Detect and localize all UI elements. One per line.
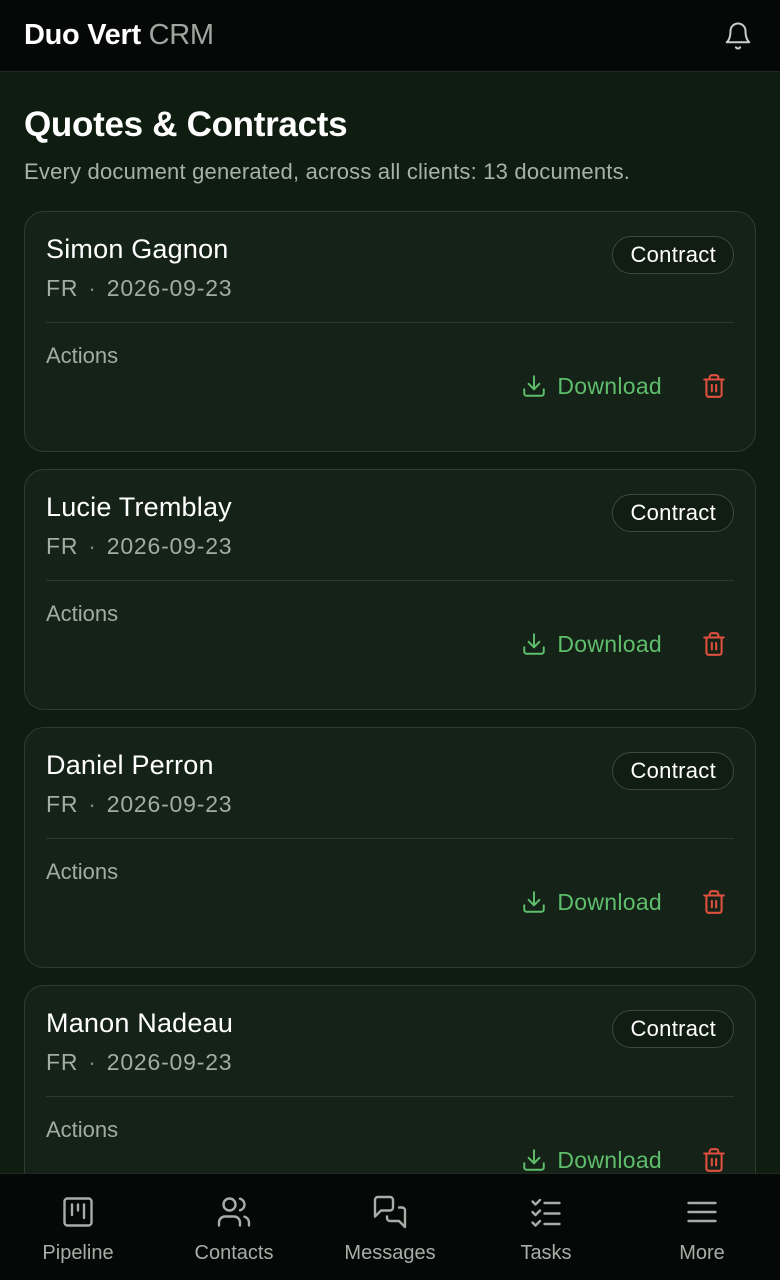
client-name: Simon Gagnon bbox=[46, 234, 229, 264]
document-language: FR bbox=[46, 791, 79, 817]
document-language: FR bbox=[46, 1049, 79, 1075]
card-actions: Download bbox=[521, 630, 734, 658]
download-label: Download bbox=[557, 1146, 662, 1173]
brand-name: Duo Vert bbox=[24, 19, 141, 51]
delete-button[interactable] bbox=[700, 372, 728, 400]
trash-icon bbox=[703, 890, 725, 914]
brand-suffix: CRM bbox=[148, 19, 214, 51]
nav-label: Contacts bbox=[194, 1242, 274, 1264]
document-meta: FR · 2026-09-23 bbox=[46, 1049, 233, 1076]
meta-separator: · bbox=[88, 275, 97, 301]
download-button[interactable]: Download bbox=[521, 373, 662, 400]
actions-label: Actions bbox=[46, 859, 119, 884]
app-root: Duo Vert CRM Quotes & Contracts Every do… bbox=[0, 0, 780, 1280]
card-divider bbox=[46, 580, 734, 581]
download-icon bbox=[523, 633, 546, 655]
download-label: Download bbox=[557, 888, 662, 915]
download-button[interactable]: Download bbox=[521, 631, 662, 658]
card-divider bbox=[46, 322, 734, 323]
trash-icon bbox=[703, 374, 725, 398]
document-language: FR bbox=[46, 275, 79, 301]
download-button[interactable]: Download bbox=[521, 889, 662, 916]
document-meta: FR · 2026-09-23 bbox=[46, 533, 232, 560]
document-type-badge: Contract bbox=[612, 1010, 734, 1048]
nav-item-more[interactable]: More bbox=[624, 1174, 780, 1265]
nav-item-contacts[interactable]: Contacts bbox=[156, 1174, 312, 1265]
brand-logo[interactable]: Duo Vert CRM bbox=[24, 19, 214, 52]
download-label: Download bbox=[557, 630, 662, 657]
pipeline-icon bbox=[58, 1192, 98, 1232]
meta-separator: · bbox=[88, 1049, 97, 1075]
nav-label: Tasks bbox=[520, 1242, 572, 1264]
nav-label: Messages bbox=[344, 1242, 436, 1264]
nav-item-tasks[interactable]: Tasks bbox=[468, 1174, 624, 1265]
delete-button[interactable] bbox=[700, 1146, 728, 1173]
bottom-nav: Pipeline Contacts Messages Tasks More bbox=[0, 1173, 780, 1280]
document-type-badge: Contract bbox=[612, 494, 734, 532]
document-type-badge: Contract bbox=[612, 752, 734, 790]
download-icon bbox=[523, 891, 546, 913]
document-language: FR bbox=[46, 533, 79, 559]
document-date: 2026-09-23 bbox=[106, 533, 233, 559]
document-date: 2026-09-23 bbox=[106, 275, 233, 301]
document-card: Lucie Tremblay FR · 2026-09-23 Contract Ac… bbox=[24, 469, 756, 710]
trash-icon bbox=[703, 632, 725, 656]
actions-label: Actions bbox=[46, 601, 119, 626]
card-actions: Download bbox=[521, 1146, 734, 1173]
tasks-icon bbox=[526, 1192, 566, 1232]
document-card: Simon Gagnon FR · 2026-09-23 Contract Acti… bbox=[24, 211, 756, 452]
client-name: Lucie Tremblay bbox=[46, 492, 232, 522]
actions-label: Actions bbox=[46, 343, 119, 368]
client-name: Daniel Perron bbox=[46, 750, 214, 780]
download-icon bbox=[523, 375, 546, 397]
actions-label: Actions bbox=[46, 1117, 119, 1142]
nav-item-messages[interactable]: Messages bbox=[312, 1174, 468, 1265]
nav-item-pipeline[interactable]: Pipeline bbox=[0, 1174, 156, 1265]
card-divider bbox=[46, 838, 734, 839]
meta-separator: · bbox=[88, 533, 97, 559]
main-content: Quotes & Contracts Every document genera… bbox=[0, 73, 780, 1173]
download-button[interactable]: Download bbox=[521, 1147, 662, 1174]
bell-icon bbox=[725, 22, 751, 49]
card-actions: Download bbox=[521, 372, 734, 400]
page-title: Quotes & Contracts bbox=[24, 105, 348, 144]
document-meta: FR · 2026-09-23 bbox=[46, 791, 232, 818]
document-date: 2026-09-23 bbox=[106, 1049, 233, 1075]
meta-separator: · bbox=[88, 791, 97, 817]
document-card: Daniel Perron FR · 2026-09-23 Contract Act… bbox=[24, 727, 756, 968]
document-card: Manon Nadeau FR · 2026-09-23 Contract Acti… bbox=[24, 985, 756, 1173]
contacts-icon bbox=[214, 1192, 254, 1232]
nav-label: Pipeline bbox=[42, 1242, 114, 1264]
download-label: Download bbox=[557, 372, 662, 399]
card-divider bbox=[46, 1096, 734, 1097]
document-date: 2026-09-23 bbox=[106, 791, 233, 817]
top-bar: Duo Vert CRM bbox=[0, 0, 780, 72]
messages-icon bbox=[370, 1192, 410, 1232]
card-actions: Download bbox=[521, 888, 734, 916]
document-meta: FR · 2026-09-23 bbox=[46, 275, 232, 302]
menu-icon bbox=[682, 1192, 722, 1232]
download-icon bbox=[523, 1149, 546, 1171]
delete-button[interactable] bbox=[700, 888, 728, 916]
trash-icon bbox=[703, 1148, 725, 1172]
page-subtitle: Every document generated, across all cli… bbox=[24, 159, 631, 184]
client-name: Manon Nadeau bbox=[46, 1008, 234, 1038]
document-type-badge: Contract bbox=[612, 236, 734, 274]
document-list: Simon Gagnon FR · 2026-09-23 Contract Acti… bbox=[24, 211, 756, 1173]
delete-button[interactable] bbox=[700, 630, 728, 658]
notifications-button[interactable] bbox=[720, 18, 756, 54]
nav-label: More bbox=[679, 1242, 725, 1264]
